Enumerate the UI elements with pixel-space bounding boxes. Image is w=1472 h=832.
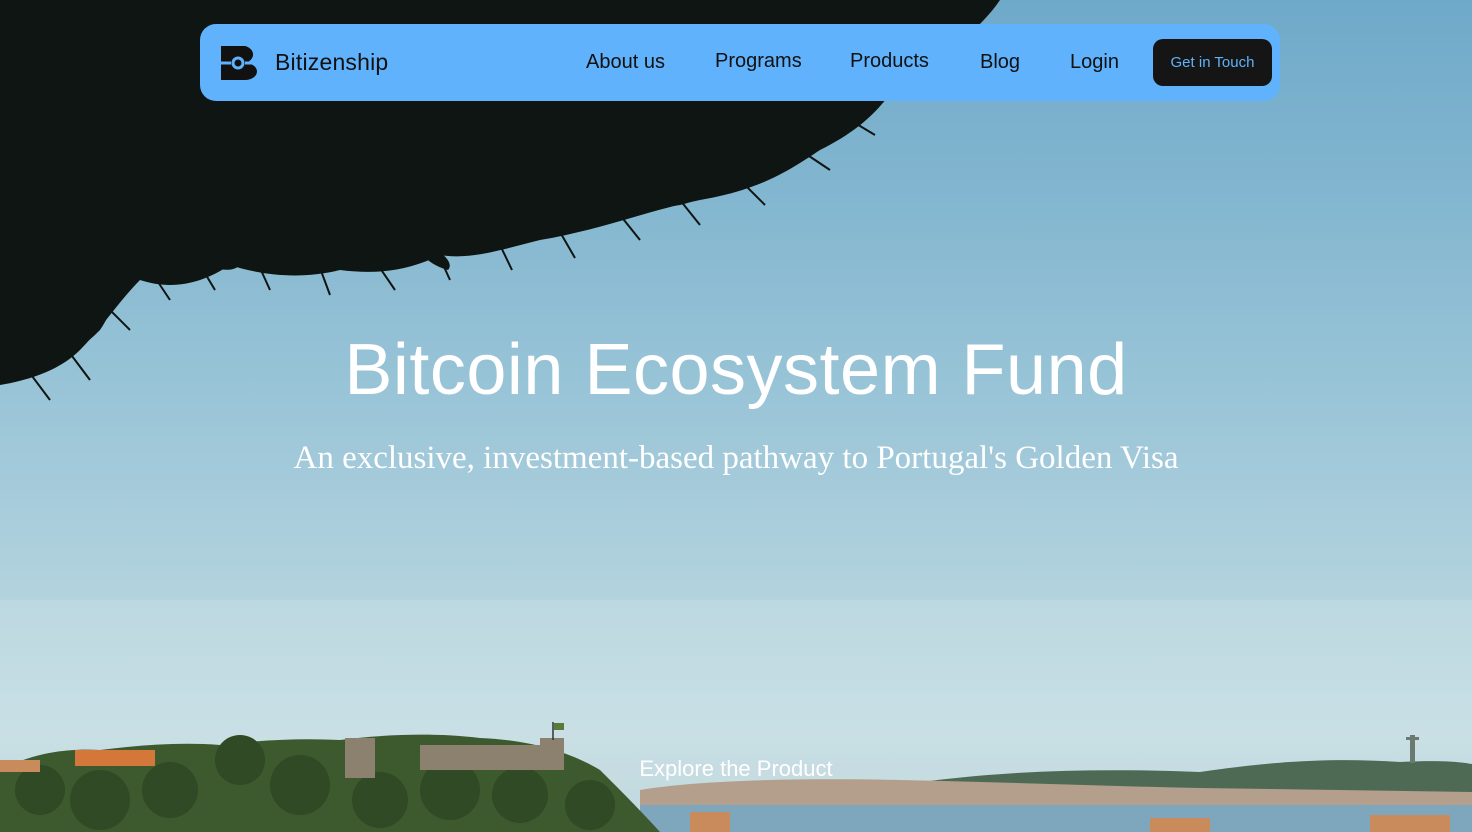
nav-link-about-us[interactable]: About us (586, 51, 665, 74)
nav-link-login[interactable]: Login (1070, 51, 1119, 74)
top-navigation-bar: Bitizenship About us Programs Products B… (200, 24, 1280, 101)
brand-name[interactable]: Bitizenship (275, 49, 388, 76)
hero-title: Bitcoin Ecosystem Fund (344, 330, 1128, 410)
nav-link-blog[interactable]: Blog (980, 51, 1020, 74)
explore-product-link[interactable]: Explore the Product (0, 756, 1472, 782)
nav-link-products[interactable]: Products (850, 50, 929, 73)
hero-section: Bitizenship About us Programs Products B… (0, 0, 1472, 832)
nav-link-programs[interactable]: Programs (715, 50, 802, 73)
bitizenship-logo-icon[interactable] (221, 46, 257, 80)
get-in-touch-button[interactable]: Get in Touch (1153, 39, 1272, 86)
hero-subtitle: An exclusive, investment-based pathway t… (293, 440, 1179, 476)
hero-background-image (0, 0, 1472, 832)
